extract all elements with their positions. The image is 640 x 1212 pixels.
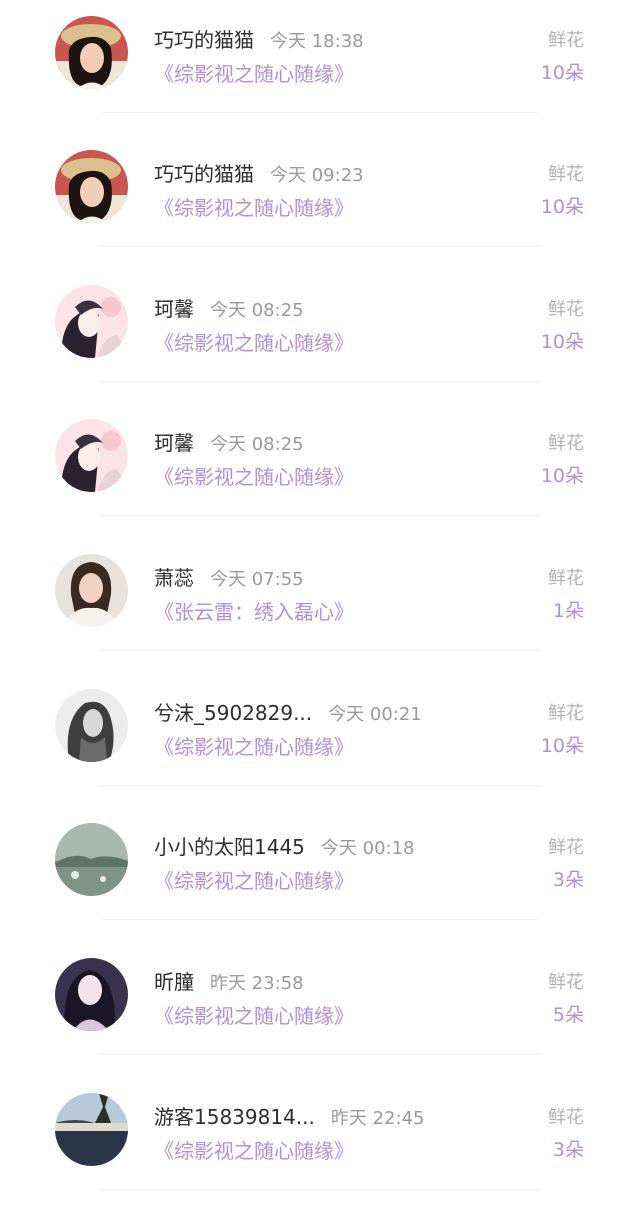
book-title[interactable]: 《综影视之随心随缘》: [154, 192, 354, 221]
user-name[interactable]: 萧蕊: [154, 566, 194, 590]
timestamp: 今天 09:23: [270, 165, 364, 186]
flower-label: 鲜花: [548, 703, 584, 724]
flower-count: 5朵: [552, 1004, 584, 1026]
avatar[interactable]: [55, 419, 128, 492]
flower-label: 鲜花: [548, 433, 584, 454]
avatar[interactable]: [55, 689, 128, 762]
list-item[interactable]: 萧蕊 今天 07:55 《张云雷：绣入磊心》 鲜花 1朵: [0, 538, 640, 673]
flower-gift-list: 巧巧的猫猫 今天 18:38 《综影视之随心随缘》 鲜花 10朵 巧巧的猫猫 今天 …: [0, 0, 640, 1190]
user-name[interactable]: 游客15839814...: [154, 1105, 315, 1129]
flower-count: 10朵: [540, 62, 584, 84]
list-item[interactable]: 兮沫_5902829... 今天 00:21 《综影视之随心随缘》 鲜花 10朵: [0, 673, 640, 808]
avatar-image: [55, 285, 128, 358]
list-item[interactable]: 巧巧的猫猫 今天 09:23 《综影视之随心随缘》 鲜花 10朵: [0, 134, 640, 269]
user-name[interactable]: 巧巧的猫猫: [154, 162, 254, 186]
flower-label: 鲜花: [548, 568, 584, 589]
user-name[interactable]: 兮沫_5902829...: [154, 701, 312, 725]
book-title[interactable]: 《综影视之随心随缘》: [154, 1000, 354, 1029]
avatar[interactable]: [55, 958, 128, 1031]
avatar-image: [55, 150, 128, 223]
timestamp: 昨天 22:45: [330, 1108, 425, 1129]
user-name[interactable]: 小小的太阳1445: [154, 835, 305, 859]
flower-label: 鲜花: [548, 837, 584, 858]
divider: [100, 785, 540, 786]
divider: [100, 1054, 540, 1055]
list-item[interactable]: 昕朣 昨天 23:58 《综影视之随心随缘》 鲜花 5朵: [0, 942, 640, 1077]
timestamp: 今天 08:25: [210, 434, 304, 455]
flower-count: 10朵: [540, 465, 584, 487]
timestamp: 今天 00:18: [320, 838, 415, 859]
book-title[interactable]: 《综影视之随心随缘》: [154, 58, 354, 87]
avatar-image: [55, 419, 128, 492]
timestamp: 今天 18:38: [270, 31, 364, 52]
divider: [100, 381, 540, 382]
book-title[interactable]: 《综影视之随心随缘》: [154, 731, 354, 760]
timestamp: 今天 00:21: [328, 704, 422, 725]
divider: [100, 112, 540, 113]
avatar[interactable]: [55, 554, 128, 627]
user-name[interactable]: 昕朣: [154, 970, 194, 994]
timestamp: 今天 08:25: [210, 300, 304, 321]
flower-count: 10朵: [540, 331, 584, 353]
avatar-image: [55, 958, 128, 1031]
flower-count: 10朵: [540, 196, 584, 218]
avatar[interactable]: [55, 823, 128, 896]
user-name[interactable]: 巧巧的猫猫: [154, 28, 254, 52]
timestamp: 昨天 23:58: [210, 973, 304, 994]
list-item[interactable]: 珂馨 今天 08:25 《综影视之随心随缘》 鲜花 10朵: [0, 403, 640, 538]
divider: [100, 1189, 540, 1190]
timestamp: 今天 07:55: [210, 569, 304, 590]
divider: [100, 919, 540, 920]
avatar-image: [55, 554, 128, 627]
book-title[interactable]: 《综影视之随心随缘》: [154, 1135, 354, 1164]
flower-label: 鲜花: [548, 972, 584, 993]
flower-label: 鲜花: [548, 299, 584, 320]
user-name[interactable]: 珂馨: [154, 431, 194, 455]
flower-count: 10朵: [540, 735, 584, 757]
flower-label: 鲜花: [548, 164, 584, 185]
flower-count: 1朵: [552, 600, 584, 622]
book-title[interactable]: 《综影视之随心随缘》: [154, 461, 354, 490]
divider: [100, 650, 540, 651]
avatar-image: [55, 16, 128, 89]
list-item[interactable]: 小小的太阳1445 今天 00:18 《综影视之随心随缘》 鲜花 3朵: [0, 807, 640, 942]
user-name[interactable]: 珂馨: [154, 297, 194, 321]
avatar-image: [55, 689, 128, 762]
list-item[interactable]: 巧巧的猫猫 今天 18:38 《综影视之随心随缘》 鲜花 10朵: [0, 0, 640, 135]
divider: [100, 246, 540, 247]
avatar[interactable]: [55, 16, 128, 89]
list-item[interactable]: 珂馨 今天 08:25 《综影视之随心随缘》 鲜花 10朵: [0, 269, 640, 404]
avatar[interactable]: [55, 150, 128, 223]
book-title[interactable]: 《张云雷：绣入磊心》: [154, 596, 354, 625]
divider: [100, 515, 540, 516]
book-title[interactable]: 《综影视之随心随缘》: [154, 865, 354, 894]
flower-label: 鲜花: [548, 30, 584, 51]
avatar[interactable]: [55, 1093, 128, 1166]
flower-count: 3朵: [552, 1139, 584, 1161]
book-title[interactable]: 《综影视之随心随缘》: [154, 327, 354, 356]
list-item[interactable]: 游客15839814... 昨天 22:45 《综影视之随心随缘》 鲜花 3朵: [0, 1077, 640, 1212]
avatar-image: [55, 823, 128, 896]
avatar[interactable]: [55, 285, 128, 358]
avatar-image: [55, 1093, 128, 1166]
flower-label: 鲜花: [548, 1107, 584, 1128]
flower-count: 3朵: [552, 869, 584, 891]
